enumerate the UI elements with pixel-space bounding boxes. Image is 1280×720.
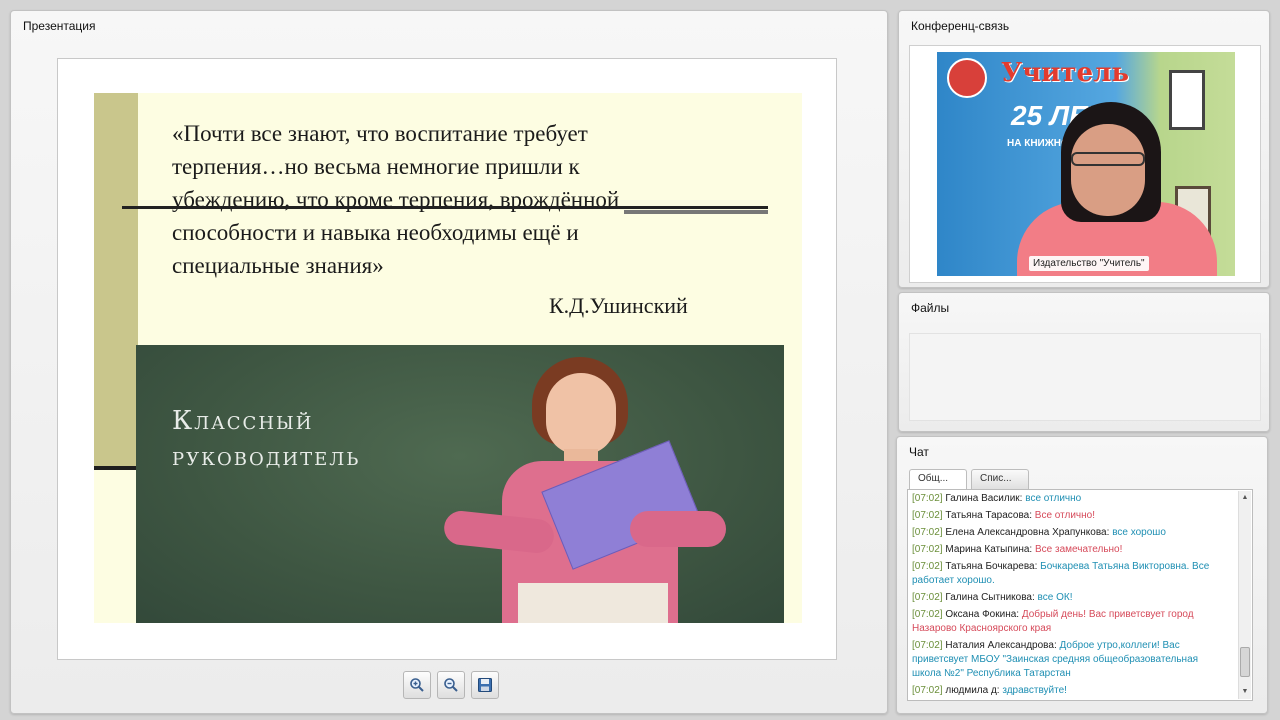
quote-line: терпения…но весьма немногие пришли к xyxy=(172,154,580,179)
message-time: [07:02] xyxy=(912,561,943,572)
chat-message: [07:02] Марина Катыпина: Все замечательн… xyxy=(912,543,1230,557)
message-text: Все отлично! xyxy=(1034,510,1096,521)
zoom-in-icon xyxy=(410,678,424,692)
message-text: все отлично xyxy=(1025,493,1082,504)
chat-message: [07:02] людмила д: здравствуйте! xyxy=(912,684,1230,698)
quote-author: К.Д.Ушинский xyxy=(549,293,688,318)
message-time: [07:02] xyxy=(912,609,943,620)
chalkboard-text: Классный руководитель xyxy=(172,403,360,475)
chalkboard-text-line: Классный xyxy=(172,406,314,436)
message-time: [07:02] xyxy=(912,640,943,651)
message-time: [07:02] xyxy=(912,592,943,603)
quote-line: «Почти все знают, что воспитание требует xyxy=(172,121,588,146)
slide: «Почти все знают, что воспитание требует… xyxy=(94,93,802,623)
message-author: Татьяна Тарасова: xyxy=(945,510,1033,521)
tab-general[interactable]: Общ... xyxy=(909,469,967,489)
conference-panel: Конференц-связь Учитель 25 ЛЕТ НА КНИЖНО… xyxy=(898,10,1270,288)
slide-toolbar xyxy=(403,671,499,699)
banner-text: Учитель xyxy=(1001,58,1130,88)
tab-list[interactable]: Спис... xyxy=(971,469,1029,489)
message-author: Елена Александровна Храпункова: xyxy=(945,527,1110,538)
message-time: [07:02] xyxy=(912,544,943,555)
chat-log[interactable]: [07:02] Галина Василик: все отлично [07:0… xyxy=(907,489,1253,701)
save-icon xyxy=(478,678,492,692)
zoom-out-icon xyxy=(444,678,458,692)
quote-line: способности и навыка необходимы ещё и xyxy=(172,220,579,245)
annotation-line xyxy=(122,206,768,209)
message-author: Галина Василик: xyxy=(945,493,1023,504)
message-author: Оксана Фокина: xyxy=(945,609,1020,620)
slide-quote: «Почти все знают, что воспитание требует… xyxy=(172,117,732,282)
chat-tabs: Общ... Спис... xyxy=(909,469,1029,489)
presentation-title: Презентация xyxy=(23,19,96,33)
message-author: Татьяна Бочкарева: xyxy=(945,561,1038,572)
slide-viewer[interactable]: «Почти все знают, что воспитание требует… xyxy=(57,58,837,660)
chat-message: [07:02] Оксана Фокина: Добрый день! Вас … xyxy=(912,608,1230,636)
zoom-out-button[interactable] xyxy=(437,671,465,699)
chat-message: [07:02] Галина Сытникова: все ОК! xyxy=(912,591,1230,605)
teacher-illustration xyxy=(442,351,734,623)
video-image: Учитель 25 ЛЕТ НА КНИЖНОМ Издательство "… xyxy=(937,52,1235,276)
publisher-logo-icon xyxy=(947,58,987,98)
chat-messages: [07:02] Галина Василик: все отлично [07:0… xyxy=(912,492,1230,700)
chat-panel: Чат Общ... Спис... [07:02] Галина Васили… xyxy=(896,436,1268,714)
scroll-thumb[interactable] xyxy=(1240,647,1250,677)
message-text: Все замечательно! xyxy=(1034,544,1123,555)
chat-message: [07:02] Елена Александровна Храпункова: … xyxy=(912,526,1230,540)
message-time: [07:02] xyxy=(912,527,943,538)
save-button[interactable] xyxy=(471,671,499,699)
scroll-down-icon[interactable]: ▼ xyxy=(1240,687,1250,697)
message-author: Галина Сытникова: xyxy=(945,592,1035,603)
slide-decor-line xyxy=(94,466,138,470)
message-author: Марина Катыпина: xyxy=(945,544,1033,555)
chalkboard-image: Классный руководитель xyxy=(136,345,784,623)
wall-frame xyxy=(1169,70,1205,130)
annotation-highlight xyxy=(624,210,768,214)
scroll-up-icon[interactable]: ▲ xyxy=(1240,493,1250,503)
presentation-panel: Презентация «Почти все знают, что воспит… xyxy=(10,10,888,714)
zoom-in-button[interactable] xyxy=(403,671,431,699)
conference-title: Конференц-связь xyxy=(911,19,1010,33)
chat-scrollbar[interactable]: ▲ ▼ xyxy=(1238,491,1251,699)
message-time: [07:02] xyxy=(912,493,943,504)
video-feed[interactable]: Учитель 25 ЛЕТ НА КНИЖНОМ Издательство "… xyxy=(909,45,1261,283)
files-panel: Файлы xyxy=(898,292,1270,432)
chat-message: [07:02] Татьяна Бочкарева: Бочкарева Тат… xyxy=(912,560,1230,588)
message-time: [07:02] xyxy=(912,685,943,696)
message-author: Наталия Александрова: xyxy=(945,640,1057,651)
files-list[interactable] xyxy=(909,333,1261,421)
message-text: все ОК! xyxy=(1037,592,1073,603)
speaker-label: Издательство "Учитель" xyxy=(1029,256,1149,271)
chat-title: Чат xyxy=(909,445,929,459)
message-author: людмила д: xyxy=(945,685,1000,696)
chalkboard-text-line: руководитель xyxy=(172,442,361,472)
chat-message: [07:02] Галина Василик: все отлично xyxy=(912,492,1230,506)
message-text: здравствуйте! xyxy=(1002,685,1067,696)
message-time: [07:02] xyxy=(912,510,943,521)
chat-message: [07:02] Наталия Александрова: Доброе утр… xyxy=(912,639,1230,681)
slide-decor-stripe xyxy=(94,93,138,468)
chat-message: [07:02] Татьяна Тарасова: Все отлично! xyxy=(912,509,1230,523)
quote-line: специальные знания» xyxy=(172,253,384,278)
files-title: Файлы xyxy=(911,301,950,315)
message-text: все хорошо xyxy=(1112,527,1166,538)
